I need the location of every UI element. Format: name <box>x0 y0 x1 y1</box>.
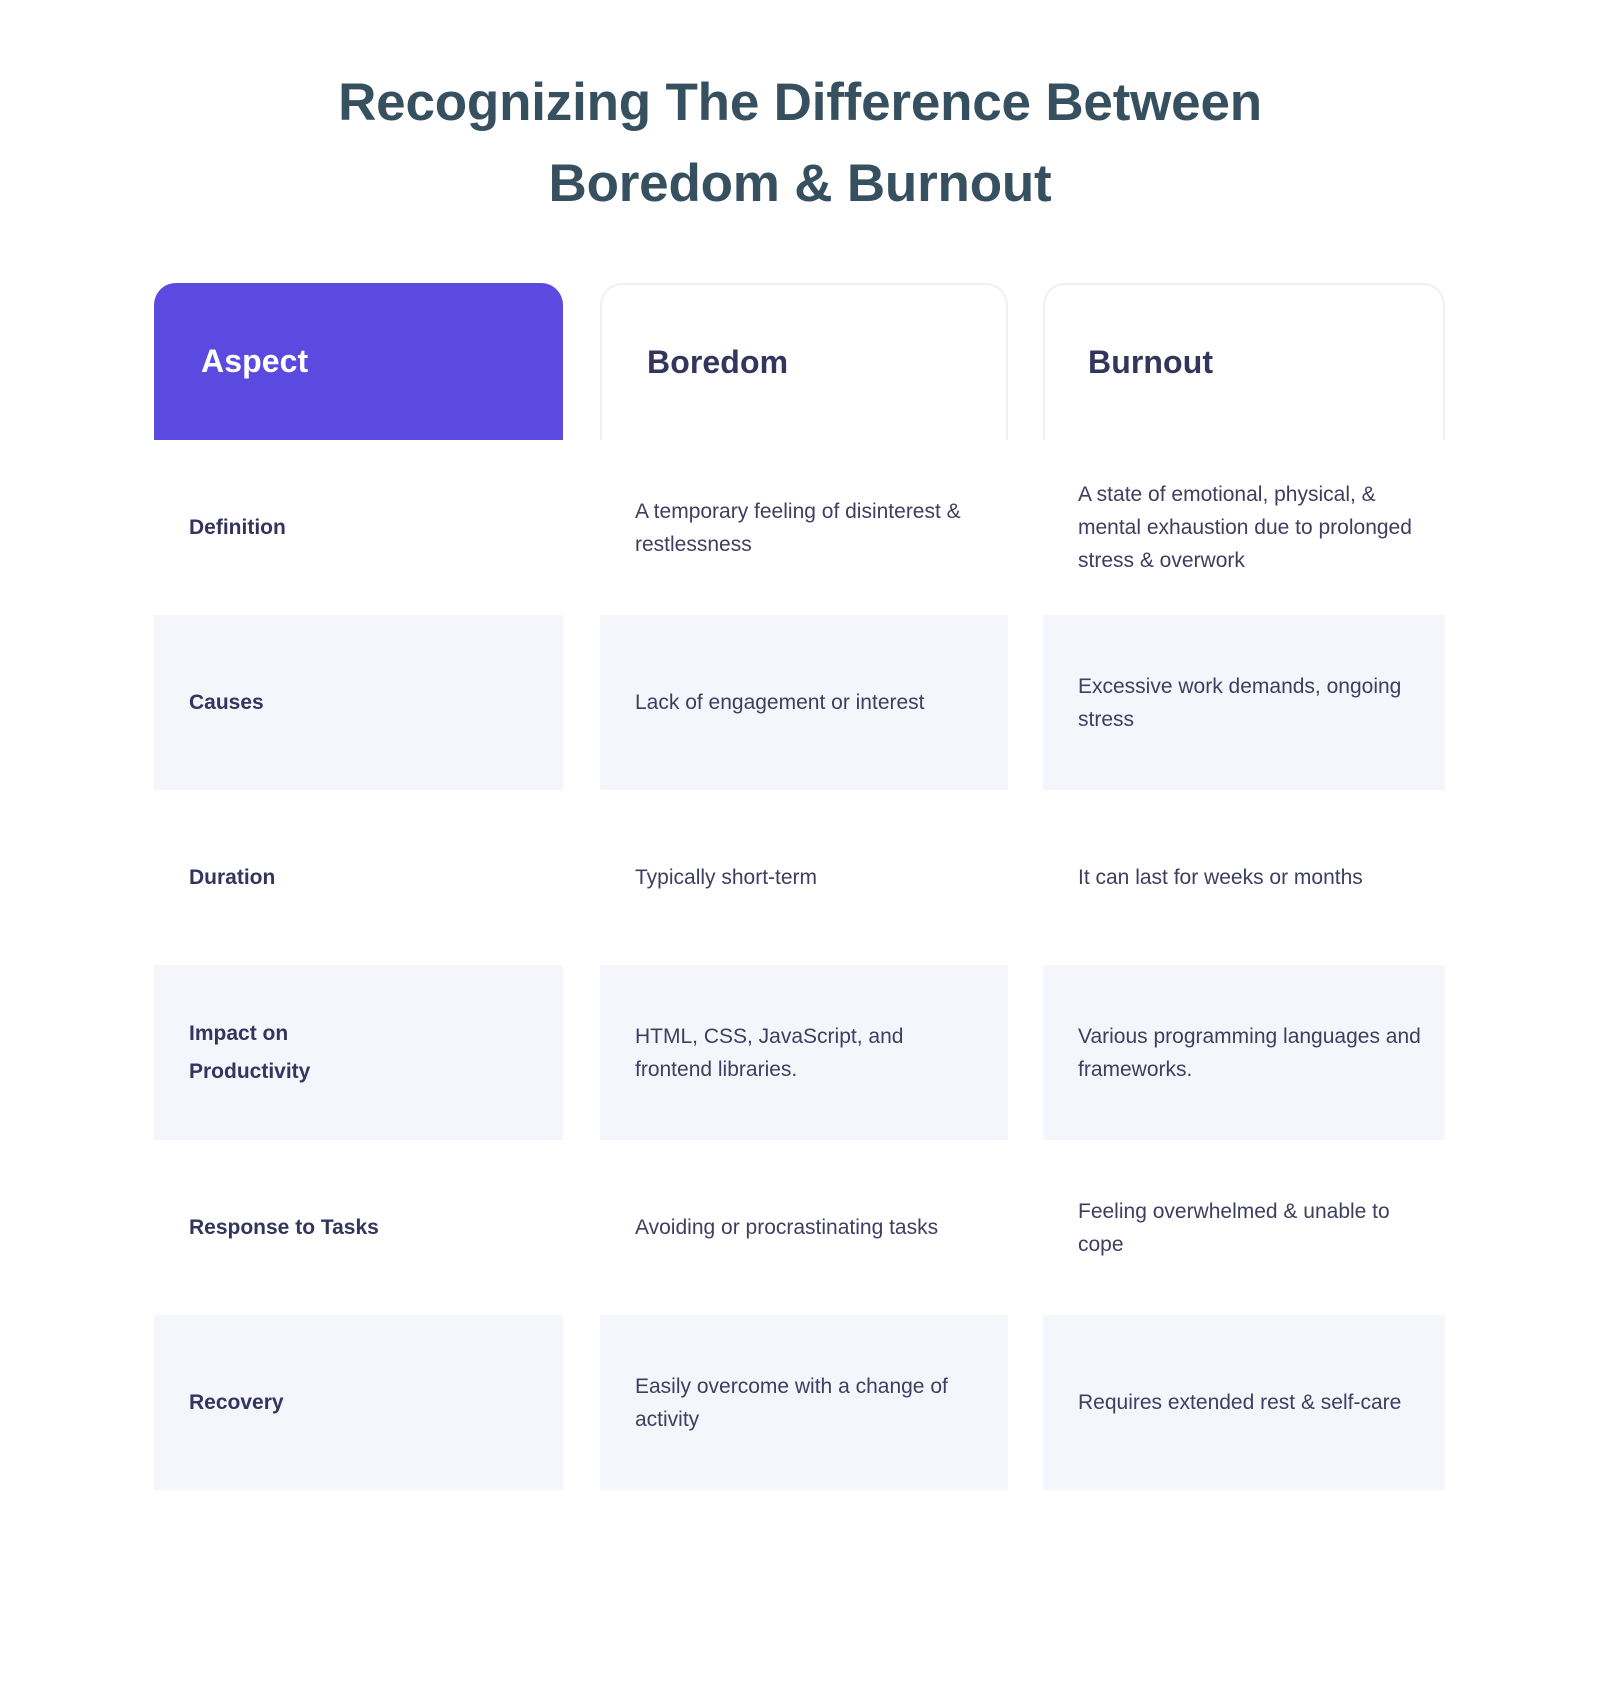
column-gap <box>1008 440 1043 615</box>
cell-boredom-definition: A temporary feeling of disinterest & res… <box>635 499 961 556</box>
cell-boredom-response-to-tasks: Avoiding or procrastinating tasks <box>635 1216 939 1239</box>
column-gap <box>563 965 600 1140</box>
page-title-line-1: Recognizing The Difference Between <box>338 73 1262 132</box>
cell-boredom-recovery: Easily overcome with a change of activit… <box>600 1315 1008 1490</box>
column-gap <box>1008 1140 1043 1315</box>
table-row: Recovery Easily overcome with a change o… <box>154 1315 1445 1490</box>
column-gap <box>1008 1315 1043 1490</box>
table-row: Response to Tasks Avoiding or procrastin… <box>154 1140 1445 1315</box>
page-title-line-2: Boredom & Burnout <box>548 154 1052 213</box>
column-header-aspect: Aspect <box>154 283 563 440</box>
cell-burnout-causes: Excessive work demands, ongoing stress <box>1043 615 1445 790</box>
column-gap <box>1008 615 1043 790</box>
table-header-row: Aspect Boredom Burnout <box>154 283 1445 440</box>
cell-boredom-causes: Lack of engagement or interest <box>600 615 1008 790</box>
cell-burnout-impact-on-productivity: Various programming languages and framew… <box>1043 965 1445 1140</box>
row-label-impact-on-productivity: Impact on Productivity <box>154 965 563 1140</box>
table-row: Definition A temporary feeling of disint… <box>154 440 1445 615</box>
row-label-recovery: Recovery <box>154 1315 563 1490</box>
comparison-table: Aspect Boredom Burnout Definition A temp… <box>154 283 1445 1490</box>
column-gap <box>563 790 600 965</box>
row-label-definition: Definition <box>189 516 286 539</box>
table-row: Impact on Productivity HTML, CSS, JavaSc… <box>154 965 1445 1140</box>
page-title: Recognizing The Difference Between Bored… <box>0 62 1600 224</box>
column-header-boredom: Boredom <box>600 283 1008 440</box>
infographic-page: Recognizing The Difference Between Bored… <box>0 0 1600 1702</box>
column-gap <box>563 440 600 615</box>
column-header-burnout: Burnout <box>1043 283 1445 440</box>
table-row: Duration Typically short-term It can las… <box>154 790 1445 965</box>
cell-burnout-response-to-tasks: Feeling overwhelmed & unable to cope <box>1078 1199 1390 1256</box>
cell-boredom-impact-on-productivity: HTML, CSS, JavaScript, and frontend libr… <box>600 965 1008 1140</box>
column-gap <box>563 1315 600 1490</box>
row-label-response-to-tasks: Response to Tasks <box>189 1216 379 1239</box>
column-gap <box>1008 965 1043 1140</box>
column-gap <box>563 283 600 440</box>
row-label-causes: Causes <box>154 615 563 790</box>
table-row: Causes Lack of engagement or interest Ex… <box>154 615 1445 790</box>
row-label-duration: Duration <box>189 866 276 889</box>
column-gap <box>1008 790 1043 965</box>
cell-boredom-duration: Typically short-term <box>635 866 818 889</box>
column-gap <box>563 1140 600 1315</box>
cell-burnout-definition: A state of emotional, physical, & mental… <box>1078 483 1412 572</box>
cell-burnout-recovery: Requires extended rest & self-care <box>1043 1315 1445 1490</box>
column-gap <box>563 615 600 790</box>
cell-burnout-duration: It can last for weeks or months <box>1078 866 1363 889</box>
column-gap <box>1008 283 1043 440</box>
